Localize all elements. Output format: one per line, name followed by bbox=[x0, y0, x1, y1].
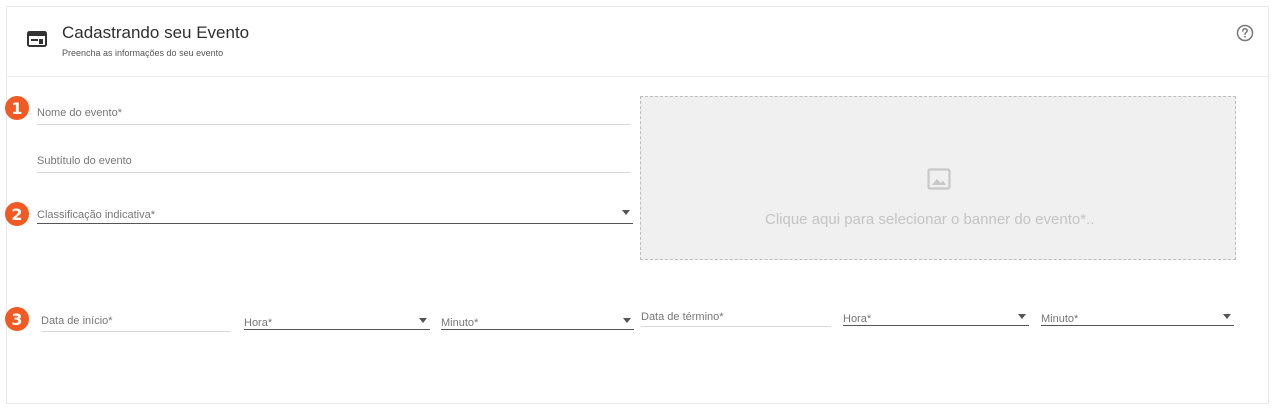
chevron-down-icon bbox=[1223, 314, 1231, 319]
start-date-underline bbox=[41, 331, 231, 332]
chevron-down-icon bbox=[419, 318, 427, 323]
rating-underline bbox=[37, 223, 633, 224]
event-name-label: Nome do evento* bbox=[37, 107, 122, 119]
event-name-underline bbox=[37, 124, 631, 125]
end-minute-underline bbox=[1041, 325, 1234, 326]
start-date-label: Data de início* bbox=[41, 315, 113, 327]
card-header: Cadastrando seu Evento Preencha as infor… bbox=[7, 7, 1268, 77]
end-date-field[interactable]: Data de término* bbox=[641, 307, 831, 327]
event-subtitle-label: Subtítulo do evento bbox=[37, 155, 132, 167]
start-date-field[interactable]: Data de início* bbox=[41, 311, 231, 332]
event-name-field[interactable]: Nome do evento* bbox=[37, 103, 631, 125]
end-hour-label: Hora* bbox=[843, 313, 872, 325]
end-minute-select[interactable]: Minuto* bbox=[1041, 309, 1234, 326]
rating-select[interactable]: Classificação indicativa* bbox=[37, 205, 633, 224]
start-hour-underline bbox=[244, 329, 430, 330]
page-subtitle: Preencha as informações do seu evento bbox=[62, 48, 224, 58]
event-subtitle-field[interactable]: Subtítulo do evento bbox=[37, 151, 631, 173]
step-badge-1: 1 bbox=[5, 96, 29, 120]
start-minute-select[interactable]: Minuto* bbox=[441, 313, 634, 330]
image-icon bbox=[927, 168, 951, 190]
start-hour-select[interactable]: Hora* bbox=[244, 313, 430, 330]
step-badge-2: 2 bbox=[5, 202, 29, 226]
end-hour-underline bbox=[843, 325, 1029, 326]
event-subtitle-underline bbox=[37, 172, 631, 173]
banner-upload-area[interactable]: Clique aqui para selecionar o banner do … bbox=[640, 96, 1236, 260]
help-circle-icon[interactable] bbox=[1236, 24, 1254, 42]
rating-label: Classificação indicativa* bbox=[37, 209, 155, 221]
start-hour-label: Hora* bbox=[244, 317, 273, 329]
chevron-down-icon bbox=[1018, 314, 1026, 319]
start-minute-label: Minuto* bbox=[441, 317, 479, 329]
start-minute-underline bbox=[441, 329, 634, 330]
step-badge-3: 3 bbox=[5, 307, 29, 331]
chevron-down-icon bbox=[622, 210, 630, 215]
end-minute-label: Minuto* bbox=[1041, 313, 1079, 325]
form-window-icon bbox=[27, 31, 47, 47]
end-hour-select[interactable]: Hora* bbox=[843, 309, 1029, 326]
banner-upload-text: Clique aqui para selecionar o banner do … bbox=[765, 211, 1095, 228]
end-date-underline bbox=[641, 326, 831, 327]
end-date-label: Data de término* bbox=[641, 311, 724, 323]
page-title: Cadastrando seu Evento bbox=[62, 23, 250, 42]
chevron-down-icon bbox=[623, 318, 631, 323]
